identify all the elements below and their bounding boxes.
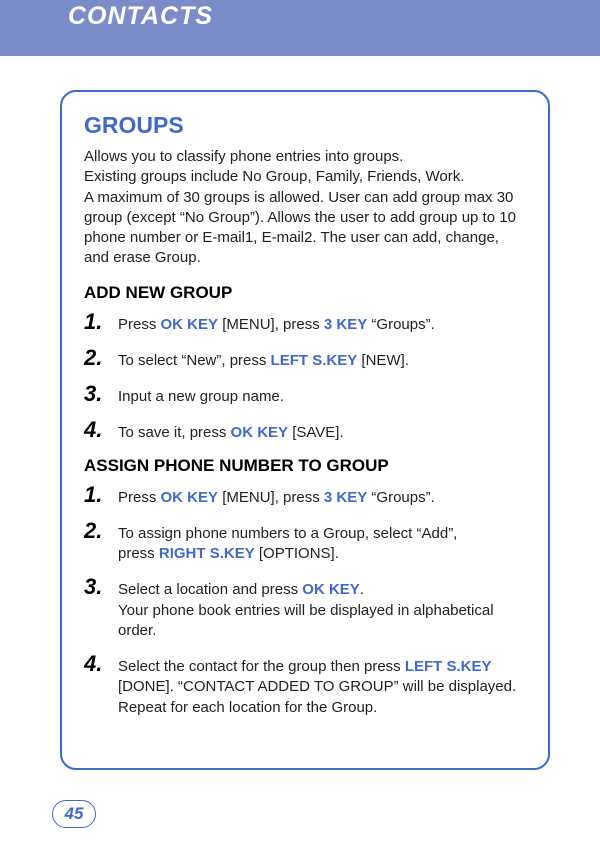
step-number: 3. — [84, 383, 114, 405]
step-number: 3. — [84, 576, 114, 598]
key-label: OK KEY — [161, 489, 219, 506]
step-number: 1. — [84, 311, 114, 333]
key-label: 3 KEY — [324, 489, 367, 506]
section-groups-title: GROUPS — [84, 112, 526, 139]
page-number-badge: 45 — [52, 800, 96, 828]
key-label: RIGHT S.KEY — [159, 545, 255, 562]
step-text: To select “New”, press LEFT S.KEY [NEW]. — [118, 347, 526, 371]
step-text: Press OK KEY [MENU], press 3 KEY “Groups… — [118, 311, 526, 335]
step-number: 4. — [84, 419, 114, 441]
step-text: Select a location and press OK KEY.Your … — [118, 576, 526, 641]
step-item: 3.Input a new group name. — [84, 383, 526, 407]
step-number: 2. — [84, 520, 114, 542]
page-number: 45 — [65, 804, 84, 824]
step-text: To assign phone numbers to a Group, sele… — [118, 520, 526, 565]
key-label: LEFT S.KEY — [405, 658, 492, 675]
step-number: 1. — [84, 484, 114, 506]
key-label: OK KEY — [161, 316, 219, 333]
step-item: 4.To save it, press OK KEY [SAVE]. — [84, 419, 526, 443]
step-text: To save it, press OK KEY [SAVE]. — [118, 419, 526, 443]
subheading-assign-phone: ASSIGN PHONE NUMBER TO GROUP — [84, 456, 526, 476]
step-text: Select the contact for the group then pr… — [118, 653, 526, 718]
content-box: GROUPS Allows you to classify phone entr… — [60, 90, 550, 770]
step-text: Press OK KEY [MENU], press 3 KEY “Groups… — [118, 484, 526, 508]
key-label: OK KEY — [231, 424, 289, 441]
subheading-add-new-group: ADD NEW GROUP — [84, 283, 526, 303]
header-title: CONTACTS — [68, 2, 600, 31]
step-item: 4.Select the contact for the group then … — [84, 653, 526, 718]
step-number: 4. — [84, 653, 114, 675]
step-text: Input a new group name. — [118, 383, 526, 407]
step-item: 2.To assign phone numbers to a Group, se… — [84, 520, 526, 565]
step-number: 2. — [84, 347, 114, 369]
key-label: LEFT S.KEY — [271, 352, 358, 369]
step-item: 1.Press OK KEY [MENU], press 3 KEY “Grou… — [84, 311, 526, 335]
step-item: 2.To select “New”, press LEFT S.KEY [NEW… — [84, 347, 526, 371]
key-label: 3 KEY — [324, 316, 367, 333]
step-item: 3.Select a location and press OK KEY.You… — [84, 576, 526, 641]
header-band: CONTACTS — [0, 0, 600, 56]
step-item: 1.Press OK KEY [MENU], press 3 KEY “Grou… — [84, 484, 526, 508]
steps-assign-phone: 1.Press OK KEY [MENU], press 3 KEY “Grou… — [84, 484, 526, 718]
key-label: OK KEY — [302, 581, 360, 598]
steps-add-new-group: 1.Press OK KEY [MENU], press 3 KEY “Grou… — [84, 311, 526, 444]
groups-intro: Allows you to classify phone entries int… — [84, 147, 526, 269]
